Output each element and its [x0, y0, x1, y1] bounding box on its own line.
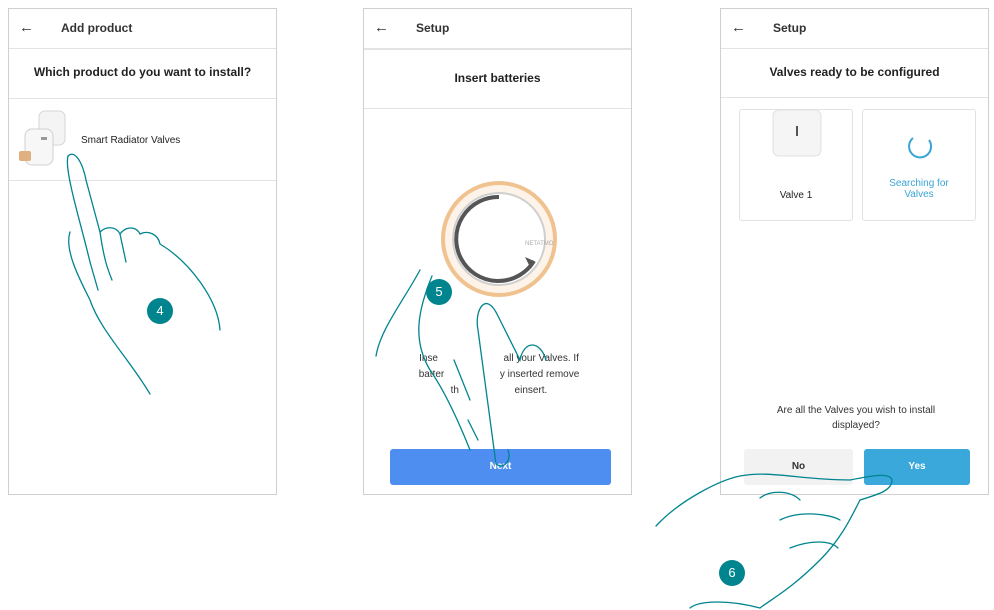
back-arrow-icon[interactable]: ← — [731, 19, 746, 37]
divider — [364, 108, 631, 109]
app-header: ← Add product — [9, 9, 276, 49]
instruction-text: Inse all your Valves. If batter y insert… — [384, 351, 614, 399]
back-arrow-icon[interactable]: ← — [19, 19, 34, 37]
yes-button[interactable]: Yes — [864, 449, 970, 485]
phone-screen-insert-batteries: ← Setup Insert batteries NETATMO Inse al… — [363, 8, 632, 495]
instruction-line: batter — [418, 369, 445, 380]
instruction-line: Inse — [419, 353, 438, 364]
step-badge-4: 4 — [147, 298, 173, 324]
loading-spinner-icon — [908, 137, 933, 159]
confirmation-question: Are all the Valves you wish to install d… — [741, 403, 971, 433]
screen-title: Add product — [61, 21, 133, 35]
screen-title: Setup — [416, 21, 450, 35]
valve-card[interactable]: Valve 1 — [739, 109, 853, 221]
divider — [364, 49, 631, 50]
radiator-valve-image — [19, 110, 66, 166]
instruction-line: y inserted remove — [499, 369, 580, 380]
divider — [721, 97, 988, 98]
page-heading: Insert batteries — [454, 71, 541, 85]
no-button[interactable]: No — [744, 449, 853, 485]
next-button[interactable]: Next — [390, 449, 611, 485]
searching-label-line: Searching for — [889, 178, 949, 189]
screen-title: Setup — [773, 21, 807, 35]
page-heading: Valves ready to be configured — [769, 65, 940, 79]
instruction-line: einsert. — [514, 385, 548, 396]
phone-screen-valves-ready: ← Setup Valves ready to be configured Va… — [720, 8, 989, 495]
searching-label: Searching for Valves — [863, 178, 975, 200]
instruction-line: th — [450, 385, 459, 396]
back-arrow-icon[interactable]: ← — [374, 19, 389, 37]
valve-battery-illustration: NETATMO — [441, 181, 557, 297]
step-badge-5: 5 — [426, 279, 452, 305]
question-line: displayed? — [832, 420, 880, 431]
searching-card: Searching for Valves — [862, 109, 976, 221]
app-header: ← Setup — [721, 9, 988, 49]
step-badge-6: 6 — [719, 560, 745, 586]
question-line: Are all the Valves you wish to install — [776, 405, 936, 416]
searching-label-line: Valves — [904, 189, 934, 200]
instruction-line: all your Valves. If — [503, 353, 579, 364]
product-name: Smart Radiator Valves — [81, 135, 181, 146]
page-heading: Which product do you want to install? — [33, 65, 252, 79]
phone-screen-add-product: ← Add product Which product do you want … — [8, 8, 277, 495]
valve-image — [772, 110, 822, 157]
valve-label: Valve 1 — [779, 190, 813, 201]
product-list-item-smart-radiator-valves[interactable]: Smart Radiator Valves — [9, 99, 276, 181]
device-brand-label: NETATMO — [525, 241, 554, 247]
app-header: ← Setup — [364, 9, 631, 49]
